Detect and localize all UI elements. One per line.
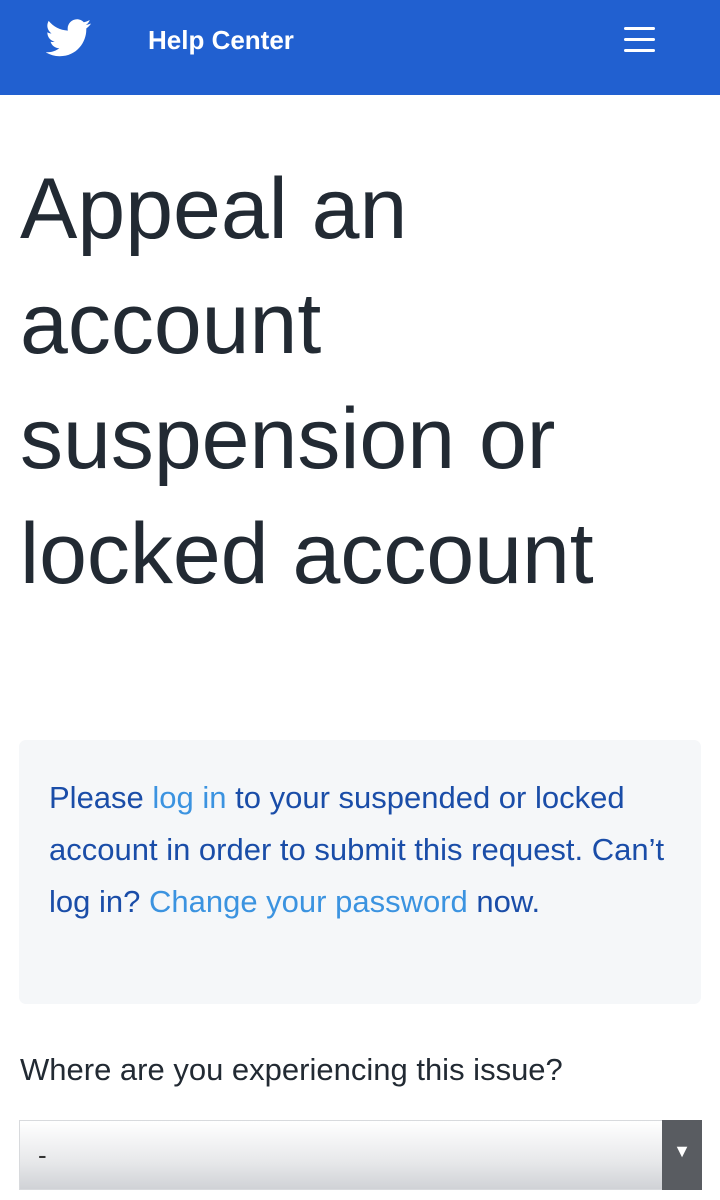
menu-line <box>624 27 655 30</box>
change-password-link[interactable]: Change your password <box>149 884 468 919</box>
chevron-down-icon[interactable]: ▼ <box>662 1120 702 1190</box>
title-line-4: locked account <box>20 506 594 602</box>
page-title: Appeal an account suspension or locked a… <box>20 152 710 612</box>
help-center-link[interactable]: Help Center <box>148 24 294 56</box>
title-line-2: account <box>20 276 322 372</box>
menu-line <box>624 38 655 41</box>
notice-text-part: Please <box>49 780 153 815</box>
top-navigation-bar: Help Center <box>0 0 720 95</box>
notice-text: Please log in to your suspended or locke… <box>49 772 672 928</box>
hamburger-menu-icon[interactable] <box>616 20 662 60</box>
notice-text-part: now. <box>467 884 541 919</box>
title-line-1: Appeal an <box>20 161 408 257</box>
twitter-bird-icon[interactable] <box>46 19 92 57</box>
log-in-link[interactable]: log in <box>152 780 226 815</box>
issue-location-label: Where are you experiencing this issue? <box>20 1052 563 1087</box>
select-value: - <box>38 1140 47 1170</box>
title-line-3: suspension or <box>20 391 556 487</box>
login-notice-box: Please log in to your suspended or locke… <box>19 740 701 1004</box>
menu-line <box>624 49 655 52</box>
issue-location-select[interactable]: - ▼ <box>19 1120 702 1190</box>
